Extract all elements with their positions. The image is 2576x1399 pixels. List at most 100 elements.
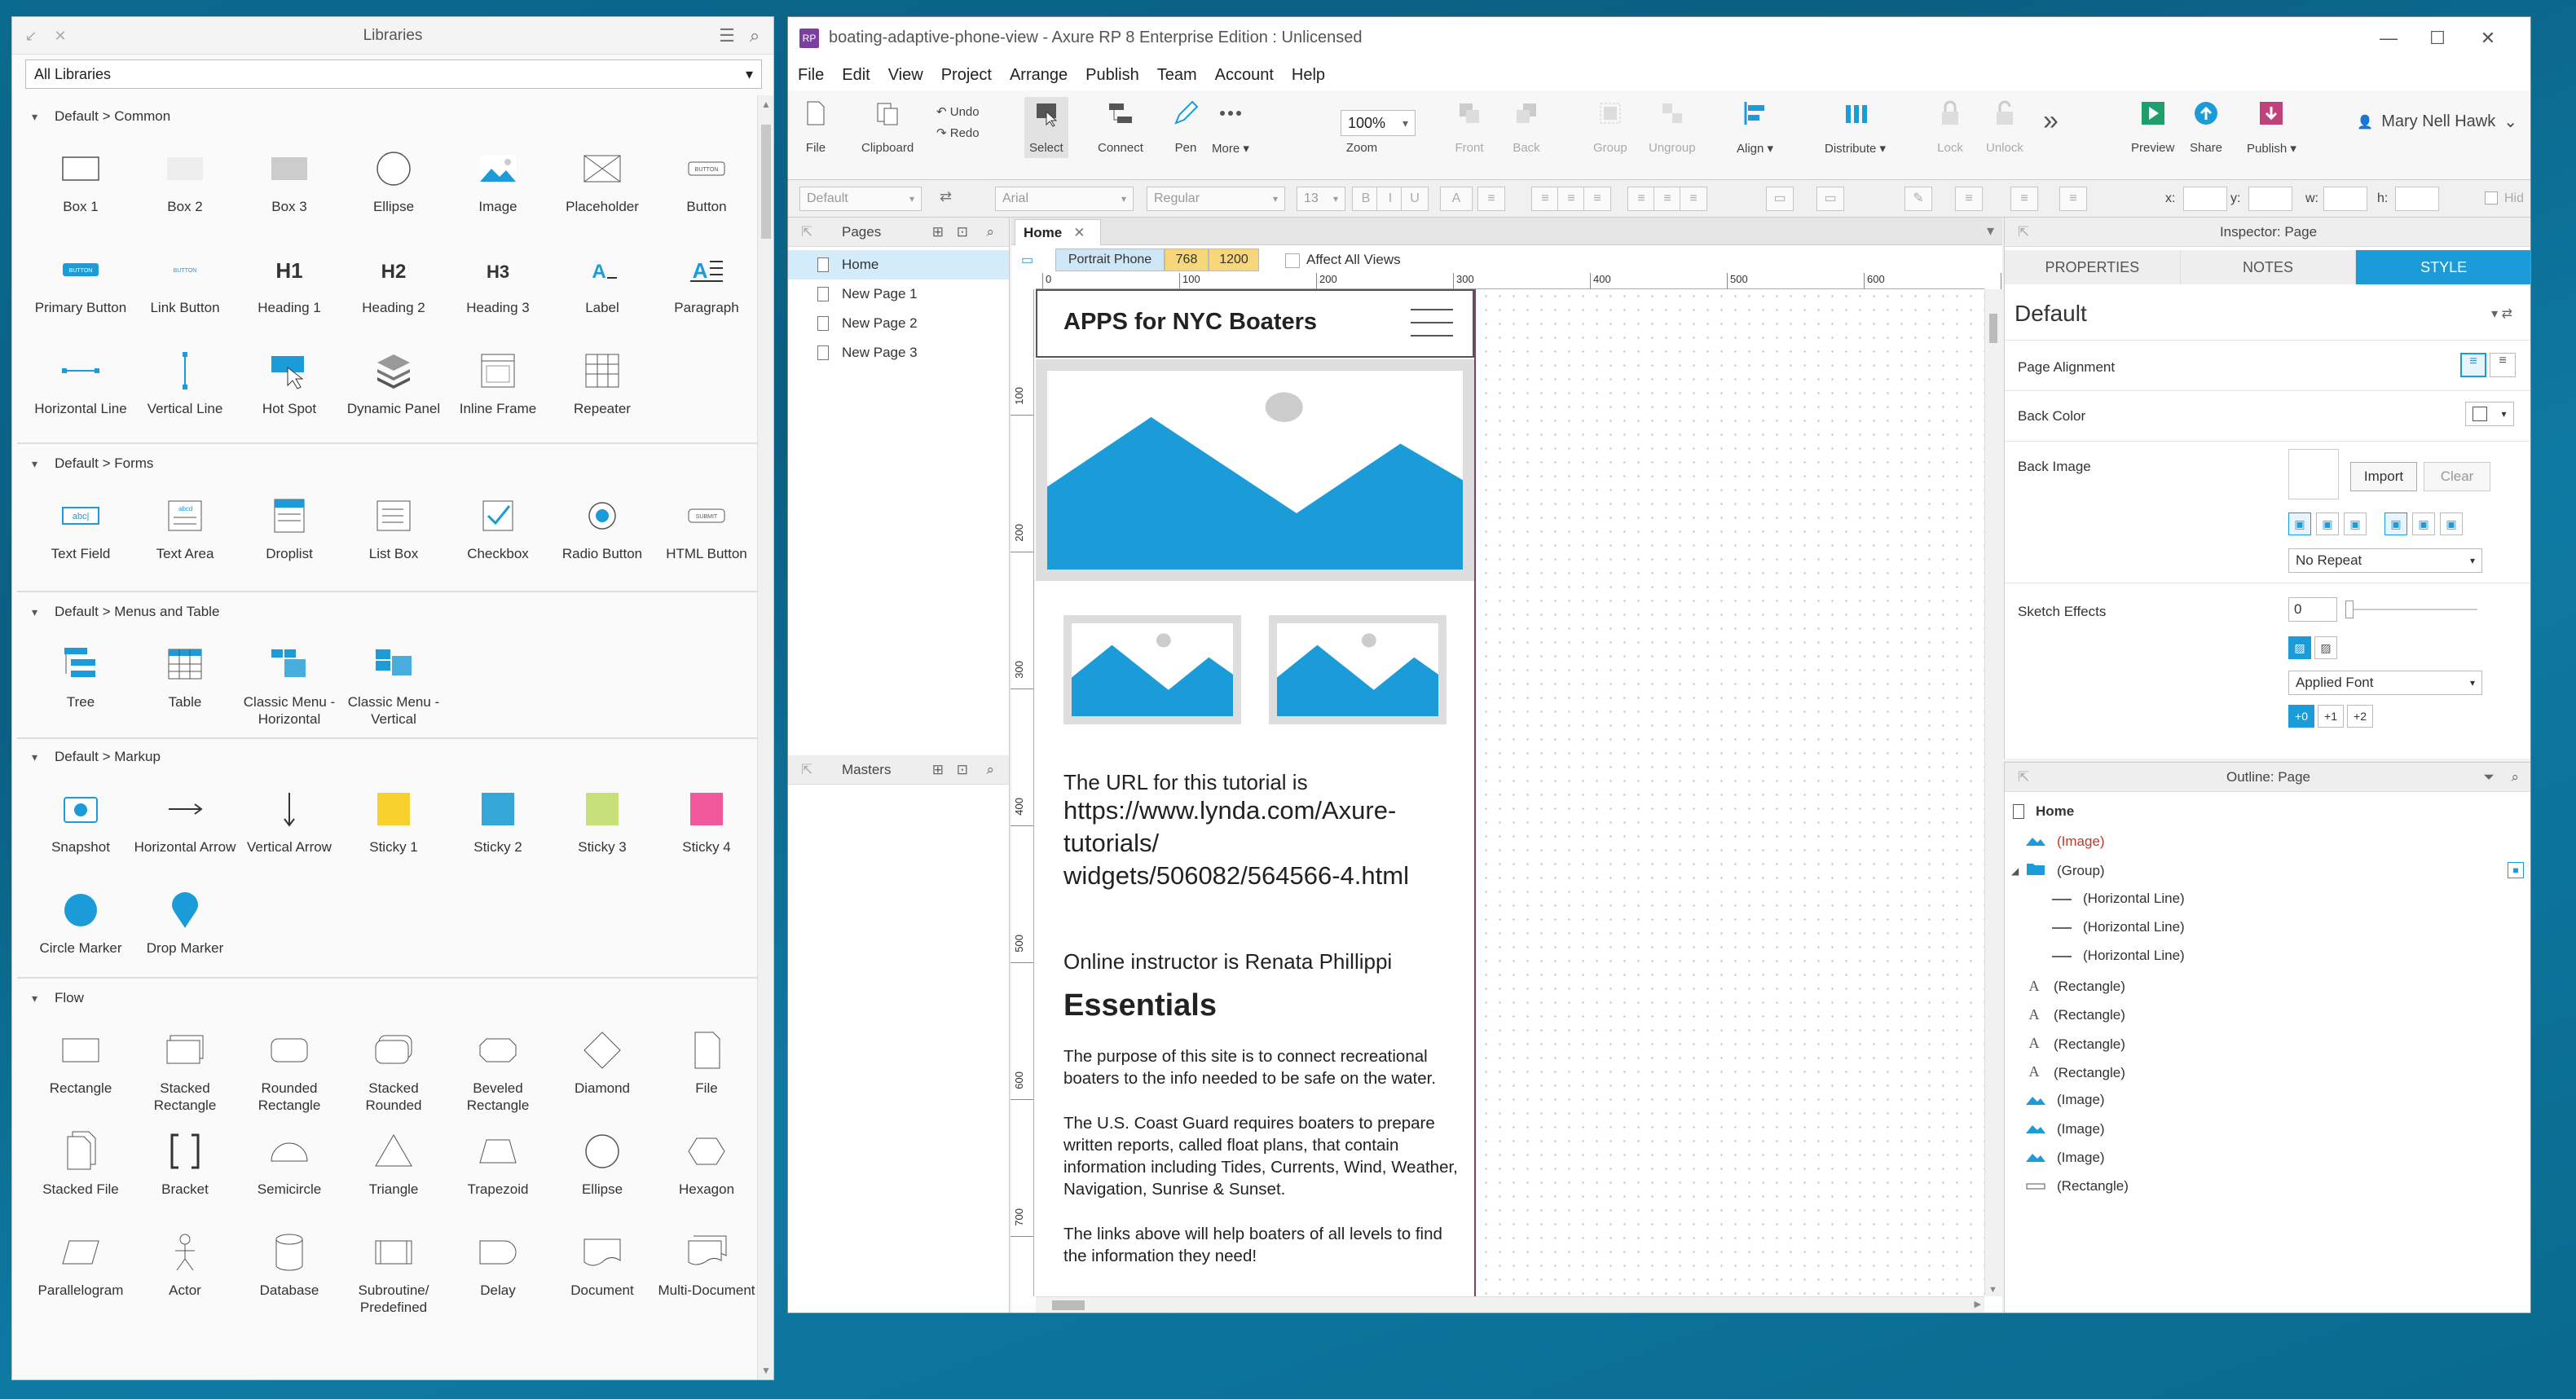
sketch-effects-input[interactable]: 0 <box>2288 597 2337 622</box>
outline-item[interactable]: (Horizontal Line) <box>2052 891 2185 907</box>
toolbar-lock-button[interactable]: Lock <box>1934 97 1966 155</box>
align-left-button[interactable]: ≡ <box>2460 353 2486 377</box>
library-section-header[interactable]: ▾ Default > Menus and Table <box>12 597 762 627</box>
toolbar-publish-button[interactable]: Publish ▾ <box>2247 97 2296 156</box>
menu-file[interactable]: File <box>798 66 824 85</box>
widget-link-button[interactable]: BUTTON Link Button <box>133 232 237 333</box>
format-button-1[interactable]: I <box>1376 187 1404 211</box>
font-size-select[interactable]: 13 ▾ <box>1297 187 1345 211</box>
menu-arrange[interactable]: Arrange <box>1010 66 1068 85</box>
toolbar-front-button[interactable]: Front <box>1453 97 1486 155</box>
format-button-9[interactable]: ≡ <box>1653 187 1681 211</box>
outline-item[interactable]: (Image) <box>2026 1091 2105 1109</box>
widget-database[interactable]: Database <box>237 1215 341 1316</box>
format-button-5[interactable]: ≡ <box>1531 187 1559 211</box>
redo-button[interactable]: ↷ Redo <box>936 123 980 144</box>
toolbar-file-button[interactable]: File <box>799 97 832 155</box>
format-button-12[interactable]: ▭ <box>1816 187 1844 211</box>
font-select[interactable]: Arial ▾ <box>995 187 1134 211</box>
image-align-button-4[interactable]: ▣ <box>2412 513 2435 535</box>
format-button-10[interactable]: ≡ <box>1680 187 1707 211</box>
chevron-down-icon[interactable]: ▾ <box>1987 222 1994 240</box>
filter-icon[interactable]: ⏷ <box>2483 769 2495 785</box>
selection-marker-icon[interactable]: ■ <box>2508 862 2524 878</box>
toolbar-ungroup-button[interactable]: Ungroup <box>1649 97 1696 155</box>
menu-view[interactable]: View <box>888 66 923 85</box>
adaptive-views-icon[interactable]: ▭ <box>1021 252 1033 268</box>
toolbar-preview-button[interactable]: Preview <box>2131 97 2174 155</box>
widget-list-box[interactable]: List Box <box>341 478 446 579</box>
format-button-13[interactable]: ✎ <box>1904 187 1932 211</box>
widget-heading-2[interactable]: H2 Heading 2 <box>341 232 446 333</box>
hero-image[interactable] <box>1036 359 1474 581</box>
close-icon[interactable]: ✕ <box>1073 225 1085 241</box>
horizontal-scrollbar[interactable]: ▶ <box>1036 1296 1984 1313</box>
weight-select[interactable]: Regular ▾ <box>1147 187 1285 211</box>
widget-hexagon[interactable]: Hexagon <box>654 1114 759 1215</box>
style-editor-icon[interactable]: ⇄ <box>940 188 952 205</box>
outline-root[interactable]: Home <box>2013 803 2074 820</box>
tab-properties[interactable]: PROPERTIES <box>2005 250 2181 284</box>
format-button-8[interactable]: ≡ <box>1627 187 1655 211</box>
hamburger-menu-icon[interactable] <box>1411 309 1453 341</box>
search-icon[interactable]: ⌕ <box>986 762 994 778</box>
widget-tree[interactable]: Tree <box>29 627 133 728</box>
view-768[interactable]: 768 <box>1165 249 1209 271</box>
widget-file[interactable]: File <box>654 1013 759 1114</box>
widget-delay[interactable]: Delay <box>446 1215 550 1316</box>
outline-item[interactable]: (Image) <box>2026 1149 2105 1166</box>
page-item-home[interactable]: Home <box>788 250 1009 279</box>
toolbar-back-button[interactable]: Back <box>1510 97 1543 155</box>
image-align-button-5[interactable]: ▣ <box>2440 513 2463 535</box>
widget-box-3[interactable]: Box 3 <box>237 131 341 232</box>
design-canvas[interactable]: APPS for NYC Boaters The URL for this tut… <box>1036 289 1984 1296</box>
clear-button[interactable]: Clear <box>2424 462 2490 491</box>
widget-classic-menu-horizontal[interactable]: Classic Menu - Horizontal <box>237 627 341 728</box>
format-button-15[interactable]: ≡ <box>2010 187 2038 211</box>
widget-rectangle[interactable]: Rectangle <box>29 1013 133 1114</box>
widget-stacked-file[interactable]: Stacked File <box>29 1114 133 1215</box>
format-button-3[interactable]: A <box>1440 187 1473 211</box>
widget-heading-3[interactable]: H3 Heading 3 <box>446 232 550 333</box>
widget-sticky-4[interactable]: Sticky 4 <box>654 772 759 873</box>
tab-style[interactable]: STYLE <box>2356 250 2530 284</box>
close-button[interactable]: ✕ <box>2464 24 2512 53</box>
widget-diamond[interactable]: Diamond <box>550 1013 654 1114</box>
back-image-preview[interactable] <box>2288 449 2339 499</box>
page-item-new-page-1[interactable]: New Page 1 <box>788 279 1009 309</box>
widget-repeater[interactable]: Repeater <box>550 333 654 434</box>
sketch-slider-handle[interactable] <box>2345 601 2354 618</box>
add-page-icon[interactable]: ⊞ <box>932 224 944 240</box>
zoom-select[interactable]: 100% ▾ <box>1341 110 1416 136</box>
widget-sticky-1[interactable]: Sticky 1 <box>341 772 446 873</box>
format-button-14[interactable]: ≡ <box>1955 187 1983 211</box>
widget-ellipse[interactable]: Ellipse <box>341 131 446 232</box>
format-button-7[interactable]: ≡ <box>1583 187 1611 211</box>
expand-icon[interactable]: ◢ <box>2011 865 2019 877</box>
widget-circle-marker[interactable]: Circle Marker <box>29 873 133 974</box>
menu-project[interactable]: Project <box>941 66 992 85</box>
applied-font-select[interactable]: Applied Font ▾ <box>2288 671 2482 695</box>
widget-classic-menu-vertical[interactable]: Classic Menu - Vertical <box>341 627 446 728</box>
image-align-button-1[interactable]: ▣ <box>2316 513 2339 535</box>
maximize-button[interactable]: ☐ <box>2413 24 2462 53</box>
widget-parallelogram[interactable]: Parallelogram <box>29 1215 133 1316</box>
style-select[interactable]: Default ▾ <box>799 187 922 211</box>
widget-table[interactable]: Table <box>133 627 237 728</box>
widget-trapezoid[interactable]: Trapezoid <box>446 1114 550 1215</box>
widget-image[interactable]: Image <box>446 131 550 232</box>
thumb-image-1[interactable] <box>1063 615 1241 724</box>
toolbar-overflow-icon[interactable]: » <box>2043 105 2059 137</box>
format-button-11[interactable]: ▭ <box>1766 187 1794 211</box>
widget-beveled-rectangle[interactable]: Beveled Rectangle <box>446 1013 550 1114</box>
outline-item[interactable]: A (Rectangle) <box>2026 1005 2125 1026</box>
toolbar-group-button[interactable]: Group <box>1593 97 1627 155</box>
view-1200[interactable]: 1200 <box>1209 249 1259 271</box>
search-icon[interactable]: ⌕ <box>2511 769 2519 785</box>
format-button-6[interactable]: ≡ <box>1557 187 1585 211</box>
widget-box-1[interactable]: Box 1 <box>29 131 133 232</box>
repeat-select[interactable]: No Repeat ▾ <box>2288 548 2482 573</box>
widget-stacked-rectangle[interactable]: Stacked Rectangle <box>133 1013 237 1114</box>
widget-document[interactable]: Document <box>550 1215 654 1316</box>
style-dropdown[interactable]: Default ▾ ⇄ <box>2015 296 2512 332</box>
